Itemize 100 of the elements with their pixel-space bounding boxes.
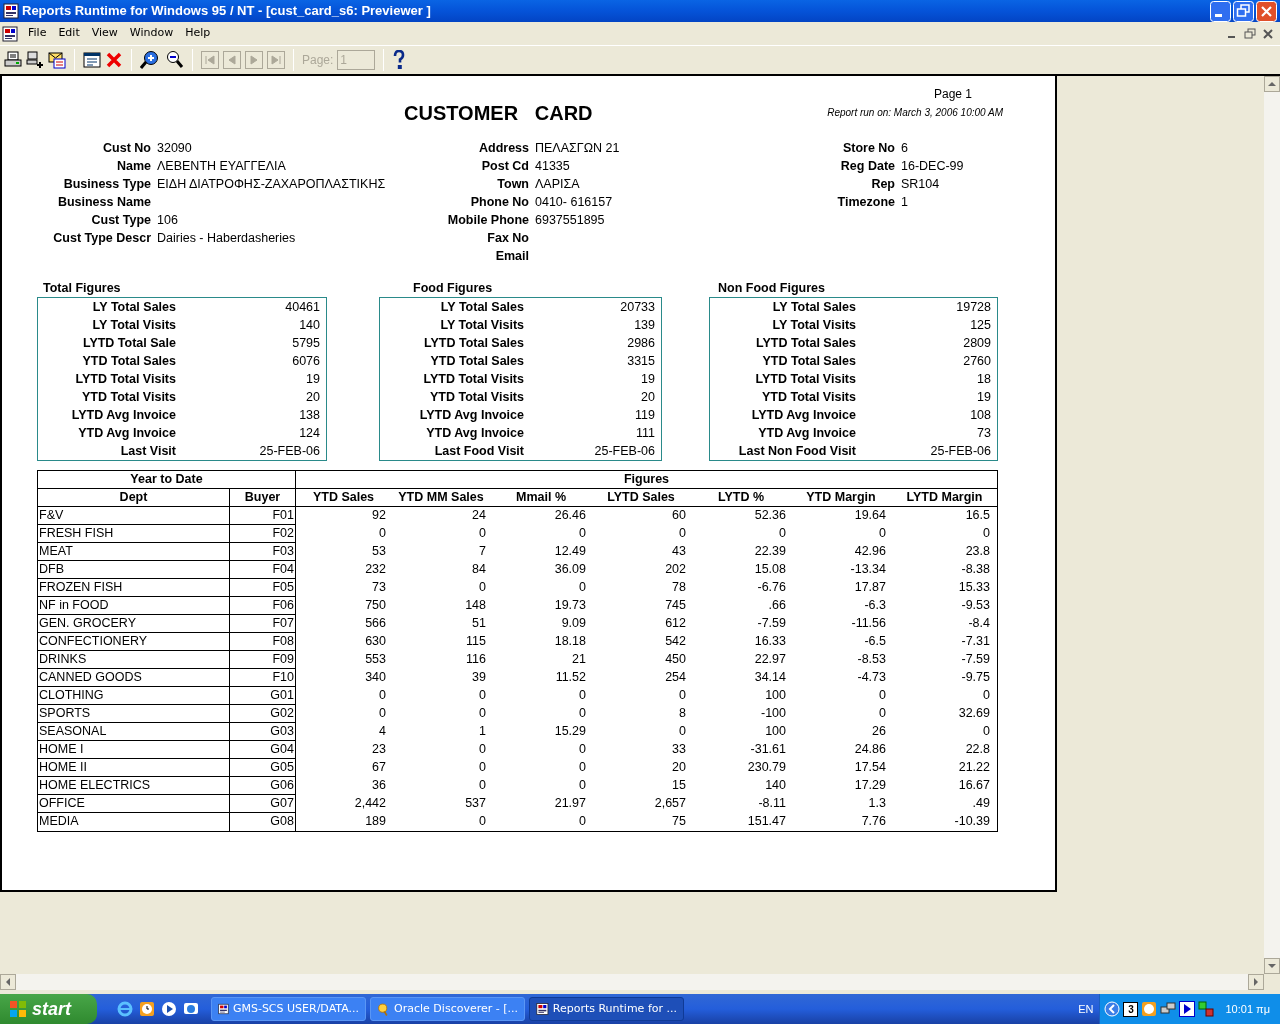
field-value: 6 [901, 139, 909, 157]
figure-label: YTD Total Sales [81, 352, 176, 370]
clock-icon[interactable] [1141, 1001, 1158, 1017]
taskbar-button[interactable]: Oracle Discoverer - [... [370, 997, 525, 1021]
media-player-icon[interactable] [161, 1001, 177, 1017]
field-label: Cust Type [90, 211, 151, 229]
table-cell: F04 [230, 561, 296, 579]
app-icon [3, 3, 19, 19]
figure-value: 108 [969, 406, 991, 424]
table-cell-text: 2,442 [353, 795, 387, 812]
field-value: ΠΕΛΑΣΓΩΝ 21 [535, 139, 621, 157]
table-cell-text: 32.69 [957, 705, 991, 722]
table-cell-text: 11.52 [554, 669, 587, 686]
table-cell-text: -8.53 [856, 651, 887, 668]
table-cell: MEAT [38, 543, 230, 561]
table-cell-text: -7.59 [756, 615, 787, 632]
field-label: Cust No [102, 139, 151, 157]
field-label: Post Cd [480, 157, 529, 175]
field-value: 16-DEC-99 [901, 157, 965, 175]
show-hidden-icon[interactable] [1104, 1001, 1121, 1017]
menu-item[interactable]: View [85, 23, 124, 44]
menu-item[interactable]: Window [123, 23, 180, 44]
taskbar-button[interactable]: Reports Runtime for ... [529, 997, 684, 1021]
table-cell-text: 92 [371, 507, 387, 524]
table-cell-text: 566 [364, 615, 387, 632]
table-cell-text: 23 [371, 741, 387, 758]
close-button[interactable] [1256, 0, 1277, 22]
table-cell-text: 115 [465, 633, 487, 650]
figure-label: YTD Total Visits [429, 388, 524, 406]
language-indicator[interactable]: EN [1078, 1000, 1094, 1018]
window-title: Reports Runtime for Windows 95 / NT - [cust_card_s6: Previewer ] [22, 2, 431, 21]
figure-label: YTD Avg Invoice [757, 424, 856, 442]
table-cell: F03 [230, 543, 296, 561]
table-cell-text: 148 [464, 597, 487, 614]
table-cell-text: 1 [478, 723, 487, 740]
scroll-down-button[interactable] [1264, 958, 1280, 974]
taskbar-button[interactable]: GMS-SCS USER/DATA... [211, 997, 366, 1021]
scroll-right-button[interactable] [1248, 974, 1264, 990]
restore-button[interactable] [1242, 26, 1258, 41]
figure-label: YTD Total Sales [761, 352, 856, 370]
table-cell: F01 [230, 507, 296, 525]
table-cell: G03 [230, 723, 296, 741]
zoom-in-icon[interactable] [140, 50, 160, 70]
zoom-out-icon[interactable] [164, 50, 184, 70]
mail-icon[interactable] [48, 51, 66, 69]
table-cell: FRESH FISH [38, 525, 230, 543]
window-icon[interactable] [83, 51, 101, 69]
figure-label: YTD Total Sales [429, 352, 524, 370]
figure-value: 73 [976, 424, 991, 442]
help-icon[interactable] [392, 50, 407, 70]
field-label: Cust Type Descr [52, 229, 151, 247]
menu-item[interactable]: Help [179, 23, 217, 44]
table-cell-text: 60 [671, 507, 687, 524]
minimize-button[interactable] [1210, 0, 1231, 22]
figure-value: 5795 [291, 334, 320, 352]
table-cell-text: -8.11 [757, 795, 787, 812]
table-cell-text: 16.33 [753, 633, 787, 650]
table-cell: CLOTHING [38, 687, 230, 705]
table-cell-text: 21.22 [957, 759, 991, 776]
group-header: Year to Date [38, 471, 296, 488]
table-cell-text: 230.79 [746, 759, 787, 776]
table-cell-text: 16.5 [964, 507, 991, 524]
menu-item[interactable]: Edit [52, 23, 86, 44]
calendar-badge[interactable]: 3 [1123, 1001, 1139, 1017]
table-cell: G08 [230, 813, 296, 831]
figure-label: LYTD Avg Invoice [418, 406, 524, 424]
start-button[interactable]: start [0, 994, 97, 1024]
figure-value: 125 [969, 316, 991, 334]
report-title: CUSTOMER CARD [404, 101, 593, 126]
restore-button[interactable] [1233, 0, 1254, 22]
table-cell-text: 100 [764, 687, 787, 704]
table-cell-text: -31.61 [749, 741, 787, 758]
play-icon[interactable] [1179, 1001, 1196, 1017]
table-cell-text: 0 [982, 525, 991, 542]
scroll-left-button[interactable] [0, 974, 16, 990]
close-icon[interactable] [105, 51, 123, 69]
table-cell-text: 0 [478, 741, 487, 758]
menu-item[interactable]: File [22, 23, 53, 44]
horizontal-scrollbar[interactable] [0, 974, 1264, 990]
table-cell-text: -4.73 [856, 669, 887, 686]
page-setup-icon[interactable] [26, 51, 44, 69]
scroll-up-button[interactable] [1264, 76, 1280, 92]
close-button[interactable] [1260, 26, 1276, 41]
figure-value: 18 [976, 370, 991, 388]
table-cell-text: 22.97 [753, 651, 787, 668]
print-icon[interactable] [4, 51, 22, 69]
vertical-scrollbar[interactable] [1264, 76, 1280, 974]
field-value: 0410- 616157 [535, 193, 614, 211]
table-cell: HOME II [38, 759, 230, 777]
table-cell: F02 [230, 525, 296, 543]
field-label: Email [494, 247, 529, 265]
figure-label: LYTD Total Visits [754, 370, 856, 388]
browser-icon[interactable] [117, 1001, 133, 1017]
table-cell-text: 0 [578, 741, 587, 758]
table-cell-text: 17.29 [853, 777, 887, 794]
clock-icon[interactable] [139, 1001, 155, 1017]
table-cell: SPORTS [38, 705, 230, 723]
figure-value: 6076 [291, 352, 320, 370]
column-header: LYTD Sales [606, 489, 676, 506]
table-cell-text: 4 [378, 723, 387, 740]
